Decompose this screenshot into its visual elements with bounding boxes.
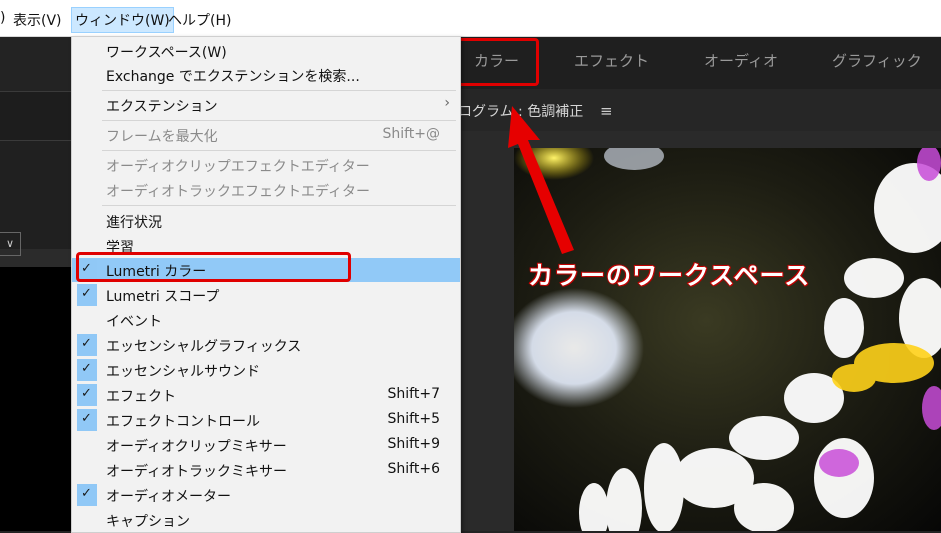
menu-bar-clipped-item[interactable]: ) bbox=[0, 10, 5, 26]
menu-item-effects[interactable]: ✓ エフェクト Shift+7 bbox=[72, 383, 460, 407]
source-monitor bbox=[0, 267, 72, 531]
check-icon: ✓ bbox=[77, 334, 97, 356]
left-panel-header bbox=[0, 92, 72, 141]
menu-window[interactable]: ウィンドウ(W) bbox=[71, 7, 174, 33]
menu-item-essential-graphics[interactable]: ✓ エッセンシャルグラフィックス bbox=[72, 333, 460, 357]
menu-item-audio-track-effect-editor[interactable]: オーディオトラックエフェクトエディター bbox=[72, 178, 460, 202]
menu-separator bbox=[102, 120, 456, 121]
check-icon: ✓ bbox=[77, 384, 97, 406]
workspace-tab-graphics[interactable]: グラフィック bbox=[832, 50, 922, 71]
chevron-down-icon[interactable]: ∨ bbox=[0, 232, 21, 256]
annotation-label: カラーのワークスペース bbox=[527, 260, 811, 291]
annotation-arrow bbox=[508, 106, 574, 254]
left-panel: ∨ bbox=[0, 37, 72, 531]
menu-item-audio-meters[interactable]: ✓ オーディオメーター bbox=[72, 483, 460, 507]
menu-bar: ) 表示(V) ウィンドウ(W) ヘルプ(H) bbox=[0, 0, 941, 37]
menu-separator bbox=[102, 150, 456, 151]
check-icon: ✓ bbox=[77, 484, 97, 506]
menu-separator bbox=[102, 205, 456, 206]
menu-item-maximize-frame[interactable]: フレームを最大化 Shift+@ bbox=[72, 123, 460, 147]
menu-item-captions[interactable]: キャプション bbox=[72, 508, 460, 532]
menu-item-essential-sound[interactable]: ✓ エッセンシャルサウンド bbox=[72, 358, 460, 382]
check-icon: ✓ bbox=[77, 359, 97, 381]
menu-item-exchange-search[interactable]: Exchange でエクステンションを検索... bbox=[72, 63, 460, 87]
left-toolbar bbox=[0, 37, 72, 92]
menu-view[interactable]: 表示(V) bbox=[13, 10, 62, 30]
workspace-tab-effects[interactable]: エフェクト bbox=[574, 50, 649, 71]
menu-help[interactable]: ヘルプ(H) bbox=[168, 10, 231, 30]
workspace-tab-audio[interactable]: オーディオ bbox=[704, 50, 778, 71]
menu-item-audio-track-mixer[interactable]: オーディオトラックミキサー Shift+6 bbox=[72, 458, 460, 482]
lumetri-color-highlight bbox=[76, 252, 351, 282]
menu-item-effect-controls[interactable]: ✓ エフェクトコントロール Shift+5 bbox=[72, 408, 460, 432]
menu-item-lumetri-scopes[interactable]: ✓ Lumetri スコープ bbox=[72, 283, 460, 307]
check-icon: ✓ bbox=[77, 284, 97, 306]
menu-item-events[interactable]: イベント bbox=[72, 308, 460, 332]
menu-item-workspace[interactable]: ワークスペース(W) bbox=[72, 39, 460, 63]
menu-item-audio-clip-effect-editor[interactable]: オーディオクリップエフェクトエディター bbox=[72, 153, 460, 177]
submenu-arrow-icon: › bbox=[444, 95, 450, 111]
menu-item-progress[interactable]: 進行状況 bbox=[72, 209, 460, 233]
menu-item-extensions[interactable]: エクステンション › bbox=[72, 93, 460, 117]
menu-separator bbox=[102, 90, 456, 91]
panel-menu-icon[interactable]: ≡ bbox=[600, 102, 613, 120]
window-menu-dropdown: ワークスペース(W) Exchange でエクステンションを検索... エクステ… bbox=[71, 36, 461, 533]
menu-item-audio-clip-mixer[interactable]: オーディオクリップミキサー Shift+9 bbox=[72, 433, 460, 457]
check-icon: ✓ bbox=[77, 409, 97, 431]
